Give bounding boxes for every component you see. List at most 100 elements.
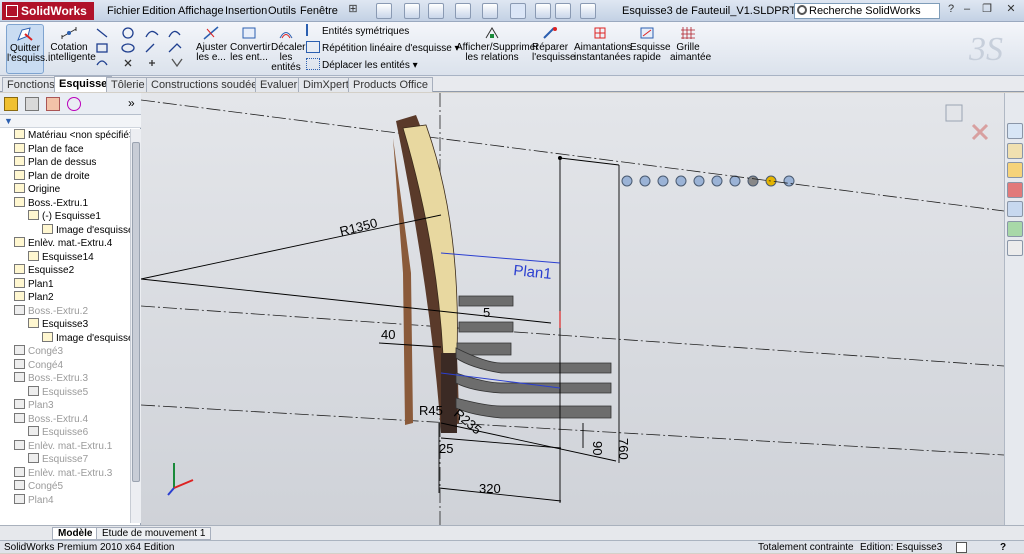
instant-snaps-button[interactable]: Aimantations instantanées (574, 24, 632, 74)
restore-button[interactable]: ❐ (980, 3, 994, 17)
tree-item[interactable]: Plan3 (14, 399, 54, 412)
file-props-icon[interactable] (555, 3, 571, 19)
property-manager-icon[interactable] (25, 97, 39, 111)
units-icon[interactable] (956, 542, 967, 553)
help-icon[interactable]: ? (944, 3, 958, 17)
open-icon[interactable] (404, 3, 420, 19)
search-results-icon[interactable] (1007, 182, 1023, 198)
help-status-icon[interactable]: ? (1000, 541, 1006, 554)
tree-item[interactable]: Boss.-Extru.1 (14, 196, 88, 210)
dim-320[interactable]: 320 (479, 481, 501, 496)
tree-item[interactable]: Esquisse7 (28, 453, 88, 466)
snap-grid-button[interactable]: Grille aimantée (670, 24, 711, 74)
filter-icon[interactable]: ▼ (4, 116, 13, 126)
tree-item[interactable]: Esquisse3 (28, 318, 88, 331)
tab-model[interactable]: Modèle (52, 527, 99, 540)
pin-icon[interactable]: ⊞ (346, 3, 360, 17)
dim-25[interactable]: 25 (439, 441, 453, 456)
menu-outils[interactable]: Outils (268, 0, 296, 22)
tree-item[interactable]: Origine (14, 183, 60, 196)
tree-item[interactable]: Esquisse2 (14, 264, 74, 277)
dim-760[interactable]: 760 (616, 438, 631, 460)
trim-button[interactable]: Ajuster les e... (196, 24, 227, 74)
sketch-entities-palette[interactable] (94, 25, 189, 73)
feature-filter[interactable]: ▼ (0, 115, 141, 128)
tree-item[interactable]: Plan de face (14, 142, 84, 156)
mirror-entities-button[interactable]: Entités symétriques (306, 24, 409, 40)
menu-insertion[interactable]: Insertion (225, 0, 267, 22)
tab-esquisse[interactable]: Esquisse (54, 76, 113, 92)
feature-tree-scrollbar[interactable] (130, 129, 141, 523)
appearances-icon[interactable] (1007, 221, 1023, 237)
menu-fenetre[interactable]: Fenêtre (300, 0, 338, 22)
menu-affichage[interactable]: Affichage (178, 0, 224, 22)
tab-constructions-soudees[interactable]: Constructions soudées (146, 77, 268, 92)
tree-item[interactable]: Esquisse5 (28, 385, 88, 399)
menu-fichier[interactable]: Fichier (107, 0, 140, 22)
new-doc-icon[interactable] (376, 3, 392, 19)
solidworks-logo[interactable]: SolidWorks (2, 2, 94, 20)
tree-item[interactable]: Esquisse6 (28, 426, 88, 439)
select-icon[interactable] (510, 3, 526, 19)
tree-item[interactable]: Image d'esquisse2 (42, 331, 130, 345)
search-input[interactable]: Recherche SolidWorks (794, 3, 940, 19)
tree-item[interactable]: Image d'esquisse1 (42, 223, 130, 237)
display-relations-button[interactable]: Afficher/Supprimer les relations (456, 24, 539, 74)
tree-item[interactable]: Congé5 (14, 480, 63, 493)
quick-sketch-button[interactable]: Esquisse rapide (630, 24, 671, 74)
tab-motion-study[interactable]: Etude de mouvement 1 (96, 527, 212, 540)
save-icon[interactable] (428, 3, 444, 19)
convert-entities-button[interactable]: Convertir les ent... (230, 24, 271, 74)
dim-5[interactable]: 5 (483, 305, 490, 320)
feature-tree-icon[interactable] (4, 97, 18, 111)
exit-sketch-corner-icon[interactable] (945, 104, 963, 122)
move-entities-button[interactable]: Déplacer les entités ▾ (306, 58, 418, 74)
tree-item[interactable]: Plan4 (14, 493, 54, 507)
smart-dimension-button[interactable]: Cotation intelligente (48, 24, 96, 74)
sketch-canvas[interactable]: R1350 40 5 R45 R235 25 320 90 760 Plan1 (141, 93, 1004, 525)
custom-properties-icon[interactable] (1007, 240, 1023, 256)
tree-item[interactable]: Enlèv. mat.-Extru.4 (14, 237, 112, 250)
tab-products-office[interactable]: Products Office (348, 77, 433, 92)
file-explorer-icon[interactable] (1007, 162, 1023, 178)
confirmation-corner[interactable] (945, 104, 989, 141)
tree-item[interactable]: (-) Esquisse1 (28, 210, 101, 223)
minimize-button[interactable]: – (960, 3, 974, 17)
options-icon[interactable] (580, 3, 596, 19)
menu-edition[interactable]: Edition (142, 0, 176, 22)
tree-item[interactable]: Boss.-Extru.3 (14, 372, 88, 385)
config-manager-icon[interactable] (46, 97, 60, 111)
tree-item[interactable]: Enlèv. mat.-Extru.1 (14, 439, 112, 453)
tab-fonctions[interactable]: Fonctions (2, 77, 60, 92)
tree-item[interactable]: Boss.-Extru.2 (14, 304, 88, 318)
tree-item[interactable]: Esquisse14 (28, 250, 94, 264)
dimxpert-manager-icon[interactable] (67, 97, 81, 111)
scrollbar-thumb[interactable] (132, 142, 140, 482)
dim-r1350[interactable]: R1350 (338, 215, 379, 239)
tab-tolerie[interactable]: Tôlerie (106, 77, 150, 92)
expand-chevron-icon[interactable]: » (128, 96, 135, 110)
tree-item[interactable]: Plan2 (14, 291, 54, 304)
tree-item[interactable]: Matériau <non spécifié> (14, 129, 130, 142)
undo-icon[interactable] (482, 3, 498, 19)
dim-90[interactable]: 90 (590, 441, 605, 455)
tree-item[interactable]: Boss.-Extru.4 (14, 412, 88, 426)
design-library-icon[interactable] (1007, 143, 1023, 159)
close-button[interactable]: ✕ (1004, 3, 1018, 17)
tab-dimxpert[interactable]: DimXpert (298, 77, 354, 92)
tree-item[interactable]: Plan de dessus (14, 156, 96, 169)
graphics-area[interactable]: R1350 40 5 R45 R235 25 320 90 760 Plan1 (141, 93, 1004, 525)
linear-pattern-button[interactable]: Répétition linéaire d'esquisse ▾ (306, 41, 460, 57)
offset-entities-button[interactable]: Décaler les entités (271, 24, 305, 74)
tree-item[interactable]: Plan1 (14, 277, 54, 291)
dim-r45[interactable]: R45 (419, 403, 443, 418)
resources-icon[interactable] (1007, 123, 1023, 139)
view-palette-icon[interactable] (1007, 201, 1023, 217)
dim-40[interactable]: 40 (381, 327, 395, 342)
quit-sketch-button[interactable]: Quitter l'esquiss... (6, 24, 53, 74)
repair-sketch-button[interactable]: Réparer l'esquisse (532, 24, 576, 74)
cancel-corner-icon[interactable] (971, 123, 989, 141)
tree-item[interactable]: Enlèv. mat.-Extru.3 (14, 466, 112, 480)
rebuild-icon[interactable] (535, 3, 551, 19)
tree-item[interactable]: Plan de droite (14, 169, 90, 183)
